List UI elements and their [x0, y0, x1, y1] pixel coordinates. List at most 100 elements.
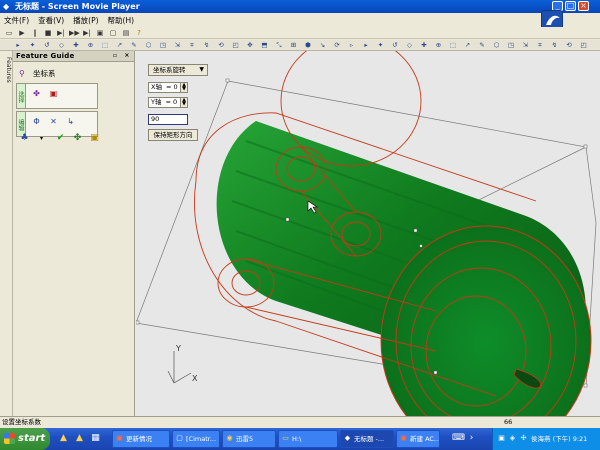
open-icon[interactable]: ▭ — [4, 28, 14, 38]
cad-tool-icon[interactable]: ✦ — [29, 41, 37, 49]
menu-help[interactable]: 帮助(H) — [108, 15, 135, 26]
options-icon[interactable]: ♣ — [19, 133, 30, 144]
features-tab[interactable]: Features — [1, 57, 12, 83]
cad-tool-icon[interactable]: ◳ — [507, 41, 515, 49]
cad-tool-icon[interactable]: ◰ — [232, 41, 240, 49]
cad-tool-icon[interactable]: ⬡ — [145, 41, 153, 49]
cad-tool-icon[interactable]: ▸ — [14, 41, 22, 49]
cad-tool-icon[interactable]: ⟲ — [217, 41, 225, 49]
help-icon[interactable]: ? — [134, 28, 144, 38]
close-button[interactable]: × — [578, 1, 589, 11]
cad-tool-icon[interactable]: ▸ — [362, 41, 370, 49]
panel-actions: ♣ ▾ ✔ ✤ ▣ — [19, 133, 106, 144]
task-new-ac[interactable]: ▣ 新建 AC... — [396, 430, 440, 448]
angle-input[interactable]: 90 — [148, 114, 188, 125]
task-thunder[interactable]: ◉ 迅雷5 — [222, 430, 276, 448]
fit-icon[interactable]: ▢ — [108, 28, 118, 38]
apply-icon[interactable]: ✤ — [72, 133, 83, 144]
cad-tool-icon[interactable]: ↯ — [551, 41, 559, 49]
step-forward-icon[interactable]: ▶| — [56, 28, 66, 38]
quicklaunch-icon-3[interactable]: ▦ — [90, 433, 101, 444]
cad-tool-icon[interactable]: ⬒ — [261, 41, 269, 49]
y-axis-spinner-icon[interactable]: ▲ ▼ — [180, 98, 187, 107]
stop-icon[interactable]: ■ — [43, 28, 53, 38]
network-icon[interactable]: ▣ — [497, 434, 506, 443]
task-update-status[interactable]: ▣ 更新情况 — [112, 430, 170, 448]
cad-tool-icon[interactable]: ⇲ — [174, 41, 182, 49]
cad-tool-icon[interactable]: ↗ — [116, 41, 124, 49]
maximize-button[interactable]: □ — [565, 1, 576, 11]
cad-tool-icon[interactable]: ⌗ — [536, 41, 544, 49]
dropdown-arrow-icon[interactable]: ▾ — [36, 133, 47, 144]
pause-icon[interactable]: ‖ — [30, 28, 40, 38]
task-screen-movie-player[interactable]: ◆ 无标题 -... — [340, 430, 394, 448]
cad-tool-icon[interactable]: ✥ — [246, 41, 254, 49]
cad-tool-icon[interactable]: ⊕ — [87, 41, 95, 49]
cad-tool-icon[interactable]: ✎ — [130, 41, 138, 49]
fullscreen-icon[interactable]: ▤ — [121, 28, 131, 38]
cancel-icon[interactable]: ▣ — [89, 133, 100, 144]
axis-select-icon[interactable]: ✤ — [31, 88, 42, 99]
cad-tool-icon[interactable]: ▹ — [348, 41, 356, 49]
language-icon[interactable]: ⌨ — [452, 433, 465, 444]
ok-check-icon[interactable]: ✔ — [55, 133, 66, 144]
x-axis-stepper[interactable]: X轴 = 0 ▲ ▼ — [148, 82, 188, 93]
window-icon[interactable]: ▣ — [95, 28, 105, 38]
cad-tool-icon[interactable]: ⬢ — [304, 41, 312, 49]
cad-tool-icon[interactable]: ◰ — [580, 41, 588, 49]
cad-toolbar: ▸ ✦ ↺ ◇ ✚ ⊕ ⬚ ↗ ✎ ⬡ ◳ ⇲ ⌗ ↯ ⟲ ◰ ✥ ⬒ ⤡ ⊞ ⬢ ↘ ⟳ ▹ ▸ ✦ ↺ ◇ ✚ ⊕ ⬚ ↗ ✎ ⬡ ◳ ⇲ ⌗ ↯ ⟲ ◰ — [0, 40, 600, 51]
tray-app-icon[interactable]: ✣ — [519, 434, 528, 443]
cad-tool-icon[interactable]: ⬡ — [493, 41, 501, 49]
task-cimatron[interactable]: ▢ [Cimatr... — [172, 430, 220, 448]
panel-title: Feature Guide — [16, 52, 75, 60]
tray-icon-extra[interactable]: › — [466, 433, 477, 444]
warning-icon[interactable]: ▲ — [58, 433, 69, 444]
volume-icon[interactable]: ◈ — [508, 434, 517, 443]
frame-select-icon[interactable]: ▣ — [48, 88, 59, 99]
3d-viewport[interactable]: Y X 坐标系旋转 ▼ X轴 = 0 ▲ ▼ Y轴 = 0 ▲ ▼ 90 保持矩形方向 — [136, 51, 600, 416]
task-label: [Cimatr... — [186, 435, 217, 443]
cad-tool-icon[interactable]: ⟳ — [333, 41, 341, 49]
cad-tool-icon[interactable]: ✦ — [377, 41, 385, 49]
end-icon[interactable]: ▶| — [82, 28, 92, 38]
cad-tool-icon[interactable]: ⟲ — [565, 41, 573, 49]
start-button[interactable]: start — [0, 428, 50, 450]
fast-forward-icon[interactable]: ▶▶ — [69, 28, 80, 38]
cad-tool-icon[interactable]: ⤡ — [275, 41, 283, 49]
x-axis-spinner-icon[interactable]: ▲ ▼ — [180, 83, 187, 92]
cad-tool-icon[interactable]: ✎ — [478, 41, 486, 49]
cad-tool-icon[interactable]: ⊞ — [290, 41, 298, 49]
thunder-icon: ◉ — [226, 434, 233, 442]
task-app-icon: ▢ — [176, 434, 183, 442]
cad-tool-icon[interactable]: ↗ — [464, 41, 472, 49]
menu-play[interactable]: 播放(P) — [73, 15, 98, 26]
cad-tool-icon[interactable]: ↘ — [319, 41, 327, 49]
cad-tool-icon[interactable]: ⇲ — [522, 41, 530, 49]
menu-file[interactable]: 文件(F) — [4, 15, 29, 26]
keep-rectangle-orientation-button[interactable]: 保持矩形方向 — [148, 129, 198, 141]
cad-tool-icon[interactable]: ⊕ — [435, 41, 443, 49]
cad-tool-icon[interactable]: ⬚ — [449, 41, 457, 49]
cad-tool-icon[interactable]: ◇ — [406, 41, 414, 49]
cad-tool-icon[interactable]: ⬚ — [101, 41, 109, 49]
cad-tool-icon[interactable]: ⌗ — [188, 41, 196, 49]
panel-close-icon[interactable]: × — [123, 52, 131, 60]
move-axis-icon[interactable]: ✕ — [48, 116, 59, 127]
cad-tool-icon[interactable]: ✚ — [420, 41, 428, 49]
coordinate-rotate-dropdown[interactable]: 坐标系旋转 ▼ — [148, 64, 208, 76]
cad-tool-icon[interactable]: ↺ — [43, 41, 51, 49]
cad-tool-icon[interactable]: ↺ — [391, 41, 399, 49]
x-axis-value: = 0 — [165, 83, 178, 91]
cad-tool-icon[interactable]: ◇ — [58, 41, 66, 49]
pin-icon[interactable]: ▫ — [111, 52, 119, 60]
cad-tool-icon[interactable]: ↯ — [203, 41, 211, 49]
menu-view[interactable]: 查看(V) — [38, 15, 64, 26]
task-explorer[interactable]: ▭ H:\ — [278, 430, 338, 448]
rotate-icon[interactable]: Φ — [31, 116, 42, 127]
cad-tool-icon[interactable]: ◳ — [159, 41, 167, 49]
play-icon[interactable]: ▶ — [17, 28, 27, 38]
y-axis-stepper[interactable]: Y轴 = 0 ▲ ▼ — [148, 97, 188, 108]
quicklaunch-icon-2[interactable]: ▲ — [74, 433, 85, 444]
align-icon[interactable]: ↳ — [65, 116, 76, 127]
cad-tool-icon[interactable]: ✚ — [72, 41, 80, 49]
